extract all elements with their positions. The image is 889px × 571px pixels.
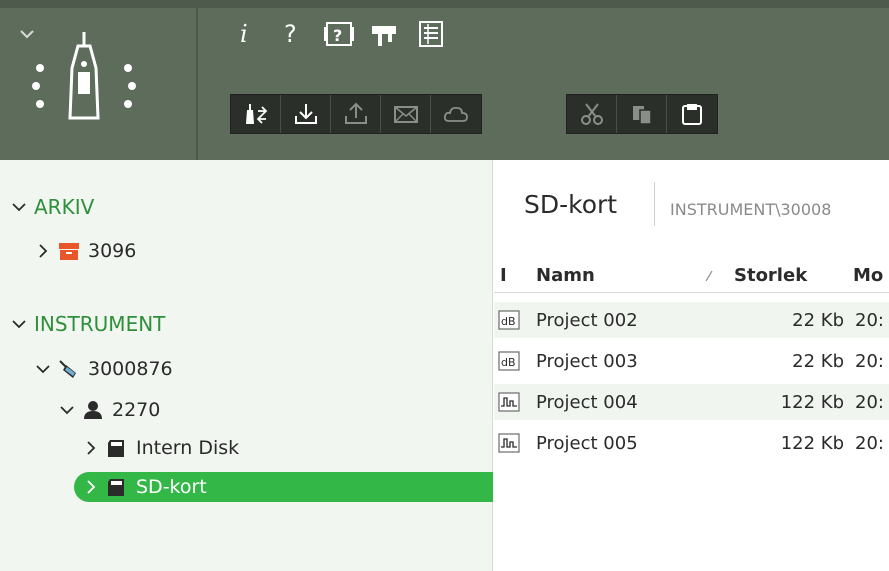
tree-node-label: 3096 [88, 240, 137, 262]
row-name: Project 005 [536, 432, 638, 454]
copy-button[interactable] [617, 95, 667, 133]
row-size: 122 Kb [780, 391, 844, 413]
row-size: 122 Kb [780, 432, 844, 454]
row-modified: 20: [855, 350, 884, 372]
sd-card-icon [108, 479, 124, 496]
help-icon[interactable]: ? [278, 18, 308, 50]
mail-icon [394, 106, 418, 123]
row-name: Project 004 [536, 391, 638, 413]
sound-level-meter-icon [59, 360, 76, 378]
upload-icon [345, 102, 367, 124]
tree-node-sd-kort[interactable]: SD-kort [74, 472, 493, 502]
table-row[interactable]: Project 005 122 Kb 20: [494, 425, 889, 461]
column-header-type[interactable]: I [500, 260, 507, 290]
chevron-down-icon [12, 203, 26, 212]
tree-node-instrument[interactable]: INSTRUMENT [10, 309, 165, 339]
chevron-down-icon [20, 30, 34, 39]
cloud-icon [443, 106, 468, 122]
row-modified: 20: [855, 391, 884, 413]
row-modified: 20: [855, 309, 884, 331]
chevron-down-icon [60, 406, 74, 415]
clipboard-button-group [566, 94, 718, 134]
chevron-right-icon [87, 441, 96, 455]
row-name: Project 002 [536, 309, 638, 331]
tree-node-label: INSTRUMENT [34, 312, 166, 336]
db-file-icon: dB [498, 310, 520, 330]
help-box-icon[interactable]: ? [324, 18, 354, 50]
paste-icon [682, 104, 702, 125]
navigation-tree: ARKIV 3096 INSTRUMENT 3000876 2270 Inter… [0, 160, 493, 571]
copy-icon [633, 106, 652, 125]
column-header-size[interactable]: Storlek [734, 260, 807, 290]
sd-card-icon [108, 440, 124, 457]
chevron-right-icon [39, 244, 48, 258]
tree-node-label: ARKIV [34, 195, 95, 219]
row-size: 22 Kb [792, 309, 844, 331]
column-header-modified[interactable]: Mo [853, 260, 883, 290]
column-header-name[interactable]: Namn [536, 260, 595, 290]
table-row[interactable]: Project 004 122 Kb 20: [494, 384, 889, 420]
download-button[interactable] [281, 95, 331, 133]
mail-button[interactable] [381, 95, 431, 133]
row-name: Project 003 [536, 350, 638, 372]
title-divider [654, 182, 655, 226]
tree-node-user[interactable]: 2270 [58, 395, 160, 425]
tree-node-label: 2270 [112, 399, 161, 421]
waveform-file-icon [498, 392, 520, 412]
tree-node-device[interactable]: 3000876 [34, 354, 173, 384]
tree-node-label: SD-kort [136, 476, 207, 498]
instrument-selector[interactable] [0, 8, 198, 160]
svg-text:?: ? [333, 26, 342, 45]
svg-text:i: i [240, 20, 248, 48]
toolbar-top-strip [0, 0, 889, 8]
report-icon[interactable] [416, 18, 446, 50]
chevron-right-icon [87, 480, 96, 494]
header-divider [494, 292, 889, 293]
content-panel: SD-kort INSTRUMENT\30008 I Namn Storlek … [494, 160, 889, 571]
page-title: SD-kort [524, 190, 618, 219]
row-size: 22 Kb [792, 350, 844, 372]
waveform-file-icon [498, 433, 520, 453]
row-modified: 20: [855, 432, 884, 454]
transfer-button-group [230, 94, 482, 134]
info-icon[interactable]: i [232, 18, 262, 50]
sort-indicator-icon [705, 270, 713, 282]
user-icon [84, 401, 102, 419]
column-header-label: Namn [536, 264, 595, 286]
archive-box-icon [59, 243, 79, 260]
svg-text:dB: dB [501, 315, 516, 328]
cut-button[interactable] [567, 95, 617, 133]
transfer-button[interactable] [231, 95, 281, 133]
chevron-down-icon [12, 320, 26, 329]
transfer-icon [246, 104, 268, 124]
db-file-icon: dB [498, 351, 520, 371]
cut-icon [581, 103, 603, 125]
tree-node-label: Intern Disk [136, 437, 240, 459]
download-icon [295, 104, 317, 124]
tree-node-intern-disk[interactable]: Intern Disk [82, 433, 239, 463]
toolbar: i ? ? [0, 0, 889, 160]
chevron-down-icon [36, 365, 50, 374]
svg-text:dB: dB [501, 356, 516, 369]
tree-node-archive-3096[interactable]: 3096 [34, 236, 136, 266]
breadcrumb: INSTRUMENT\30008 [670, 200, 832, 219]
projector-icon[interactable] [370, 18, 400, 50]
table-row[interactable]: dB Project 003 22 Kb 20: [494, 343, 889, 379]
paste-button[interactable] [667, 95, 717, 133]
table-row[interactable]: dB Project 002 22 Kb 20: [494, 302, 889, 338]
tree-node-arkiv[interactable]: ARKIV [10, 192, 94, 222]
upload-button[interactable] [331, 95, 381, 133]
svg-text:?: ? [284, 20, 297, 48]
tree-node-label: 3000876 [88, 358, 173, 380]
cloud-button[interactable] [431, 95, 481, 133]
sound-level-meter-icon [32, 32, 136, 120]
